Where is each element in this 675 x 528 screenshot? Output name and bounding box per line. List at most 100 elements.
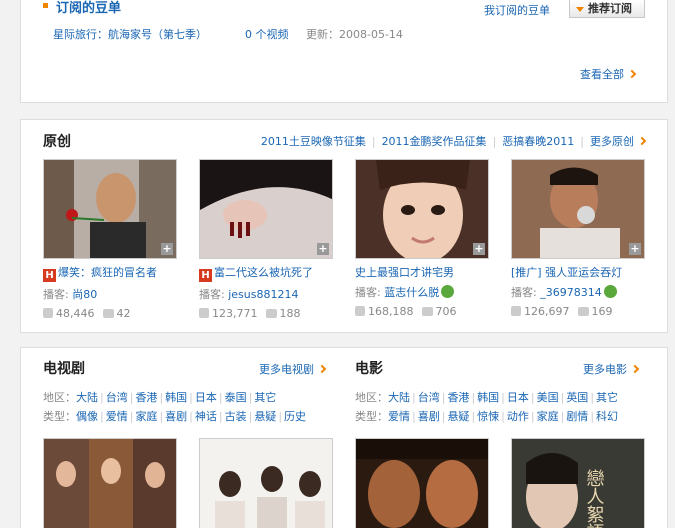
thumbnail-image: [356, 160, 488, 258]
movie-region-option[interactable]: 大陆: [388, 391, 410, 404]
recommend-button-label: 推荐订阅: [588, 2, 632, 15]
movie-region-option[interactable]: 日本: [507, 391, 529, 404]
recommend-subscribe-button[interactable]: 推荐订阅: [569, 0, 645, 18]
movie-poster[interactable]: 戀人絮語: [511, 438, 645, 528]
movie-region-option[interactable]: 英国: [566, 391, 588, 404]
add-to-playlist-icon[interactable]: +: [317, 243, 329, 255]
original-links: 2011土豆映像节征集 | 2011金鹏奖作品征集 | 恶搞春晚2011 | 更多原创: [261, 133, 647, 149]
author-label: 播客:: [43, 288, 69, 301]
add-to-playlist-icon[interactable]: +: [161, 243, 173, 255]
movie-type-option[interactable]: 家庭: [537, 410, 559, 423]
poster-title-text: 戀人絮語: [584, 469, 605, 528]
author-label: 播客:: [511, 286, 537, 299]
movie-region-option[interactable]: 韩国: [477, 391, 499, 404]
bullet-icon: [43, 3, 48, 8]
video-card: + [推广] 强人亚运会吞灯 播客: _36978314 126,697 169: [511, 159, 647, 318]
tv-type-option[interactable]: 偶像: [76, 410, 98, 423]
tv-type-option[interactable]: 古装: [225, 410, 247, 423]
tv-type-option[interactable]: 神话: [195, 410, 217, 423]
movie-type-option[interactable]: 爱情: [388, 410, 410, 423]
link-spoof-gala[interactable]: 恶搞春晚2011: [502, 135, 574, 148]
tv-type-filter: 类型：偶像 | 爱情 | 家庭 | 喜剧 | 神话 | 古装 | 悬疑 | 历史: [43, 410, 307, 423]
subscriptions-title[interactable]: 订阅的豆单: [56, 0, 121, 16]
link-tudou-festival[interactable]: 2011土豆映像节征集: [261, 135, 366, 148]
tv-region-option[interactable]: 其它: [254, 391, 276, 404]
comment-icon: [421, 307, 433, 316]
tv-type-option[interactable]: 家庭: [135, 410, 157, 423]
movie-type-option[interactable]: 惊悚: [477, 410, 499, 423]
verified-star-icon: [603, 285, 617, 298]
tv-type-option[interactable]: 悬疑: [254, 410, 276, 423]
movie-poster[interactable]: [355, 438, 489, 528]
tv-type-option[interactable]: 历史: [284, 410, 306, 423]
type-label: 类型：: [355, 410, 388, 423]
link-more-original[interactable]: 更多原创: [590, 135, 634, 148]
chevron-right-icon: [627, 69, 637, 79]
thumbnail-image: [44, 160, 176, 258]
thumbnail-image: [200, 160, 332, 258]
author-link[interactable]: 蓝志什么脱: [384, 286, 439, 299]
add-to-playlist-icon[interactable]: +: [629, 243, 641, 255]
play-count-icon: [199, 308, 209, 318]
movie-region-option[interactable]: 台湾: [418, 391, 440, 404]
original-panel: 原创 2011土豆映像节征集 | 2011金鹏奖作品征集 | 恶搞春晚2011 | 更多原创…: [20, 119, 668, 333]
video-thumbnail[interactable]: +: [43, 159, 177, 259]
play-count: 126,697: [524, 305, 570, 318]
author-link[interactable]: jesus881214: [228, 288, 298, 301]
movie-region-option[interactable]: 香港: [447, 391, 469, 404]
tv-region-option[interactable]: 韩国: [165, 391, 187, 404]
tv-poster[interactable]: [43, 438, 177, 528]
movie-type-option[interactable]: 悬疑: [447, 410, 469, 423]
tv-type-option[interactable]: 喜剧: [165, 410, 187, 423]
tv-region-option[interactable]: 日本: [195, 391, 217, 404]
link-golden-award[interactable]: 2011金鹏奖作品征集: [382, 135, 487, 148]
subscriptions-panel: 订阅的豆单 我订阅的豆单 推荐订阅 星际旅行：航海家号（第七季） 0 个视频 更…: [20, 0, 668, 103]
region-label: 地区：: [43, 391, 76, 404]
video-thumbnail[interactable]: +: [511, 159, 645, 259]
video-title-link[interactable]: 史上最强口才讲宅男: [355, 266, 454, 279]
tv-region-option[interactable]: 香港: [135, 391, 157, 404]
comment-count: 706: [435, 305, 457, 318]
original-heading: 原创: [43, 134, 71, 150]
more-movies-link[interactable]: 更多电影: [583, 361, 640, 377]
tv-region-option[interactable]: 大陆: [76, 391, 98, 404]
view-all-label: 查看全部: [580, 68, 624, 81]
more-tv-link[interactable]: 更多电视剧: [259, 361, 327, 377]
author-label: 播客:: [199, 288, 225, 301]
hot-badge-icon: H: [43, 269, 56, 282]
video-title-link[interactable]: 富二代这么被坑死了: [214, 266, 313, 279]
add-to-playlist-icon[interactable]: +: [473, 243, 485, 255]
tv-region-option[interactable]: 泰国: [225, 391, 247, 404]
subscription-name-link[interactable]: 星际旅行：航海家号（第七季）: [53, 28, 207, 41]
tv-type-option[interactable]: 爱情: [106, 410, 128, 423]
view-all-link[interactable]: 查看全部: [580, 66, 637, 82]
comment-icon: [265, 309, 277, 318]
movie-region-option[interactable]: 其它: [596, 391, 618, 404]
tv-movie-panel: 电视剧 更多电视剧 地区：大陆 | 台湾 | 香港 | 韩国 | 日本 | 泰国 | 其它 类型：偶像 |…: [20, 347, 668, 528]
movie-region-option[interactable]: 美国: [537, 391, 559, 404]
author-link[interactable]: _36978314: [540, 286, 602, 299]
movie-type-option[interactable]: 剧情: [566, 410, 588, 423]
more-tv-label: 更多电视剧: [259, 363, 314, 376]
verified-star-icon: [441, 285, 455, 298]
movie-type-option[interactable]: 动作: [507, 410, 529, 423]
movie-type-option[interactable]: 喜剧: [418, 410, 440, 423]
tv-region-option[interactable]: 台湾: [106, 391, 128, 404]
video-title-link[interactable]: 爆笑：疯狂的冒名者: [58, 266, 157, 279]
video-title-link[interactable]: [推广] 强人亚运会吞灯: [511, 266, 622, 279]
author-link[interactable]: 尚80: [72, 288, 97, 301]
movie-region-filter: 地区：大陆 | 台湾 | 香港 | 韩国 | 日本 | 美国 | 英国 | 其它: [355, 391, 619, 404]
my-subscriptions-link[interactable]: 我订阅的豆单: [484, 2, 550, 18]
play-count-icon: [355, 306, 365, 316]
movie-heading: 电影: [355, 361, 383, 377]
chevron-right-icon: [637, 136, 647, 146]
poster-image: [200, 439, 332, 528]
video-thumbnail[interactable]: +: [355, 159, 489, 259]
tv-poster[interactable]: [199, 438, 333, 528]
movie-type-option[interactable]: 科幻: [596, 410, 618, 423]
video-card: + H 爆笑：疯狂的冒名者 播客: 尚80 48,446 42: [43, 159, 179, 320]
comment-icon: [577, 307, 589, 316]
poster-image: [44, 439, 176, 528]
video-thumbnail[interactable]: +: [199, 159, 333, 259]
poster-image: [356, 439, 488, 528]
